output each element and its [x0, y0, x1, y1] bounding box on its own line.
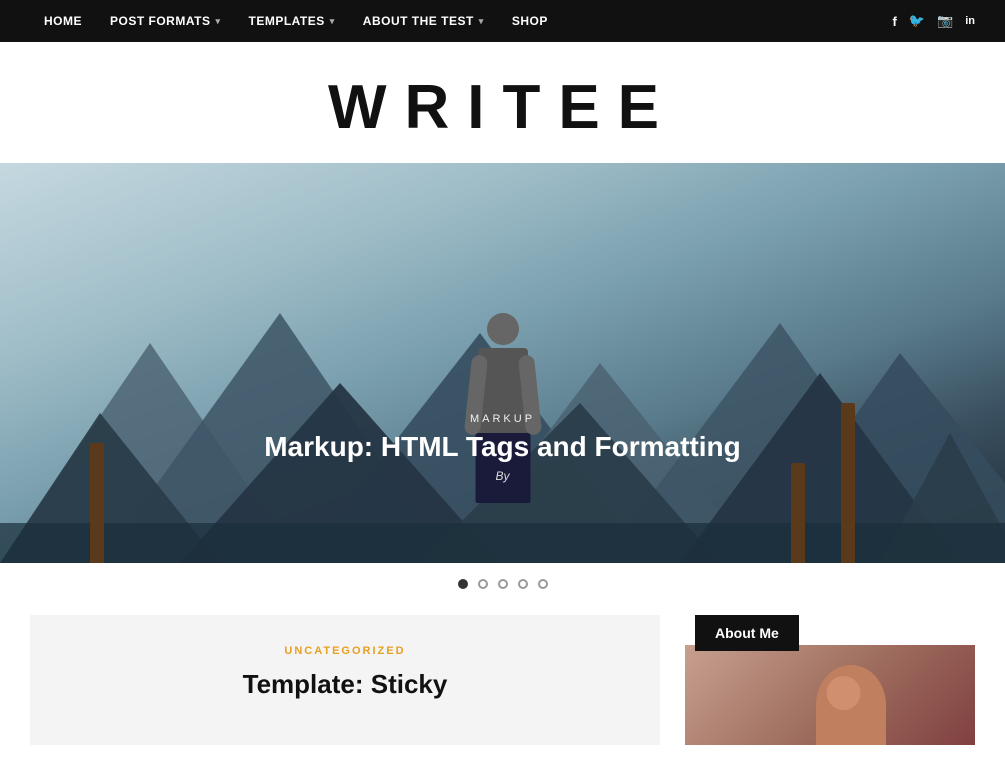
card-title[interactable]: Template: Sticky — [70, 669, 620, 700]
post-right2 — [791, 463, 805, 563]
nav-item-templates[interactable]: TEMPLATES ▾ — [234, 0, 348, 42]
twitter-icon[interactable]: 🐦 — [909, 13, 925, 29]
site-title[interactable]: WRITEE — [0, 72, 1005, 143]
slider-dot-4[interactable] — [518, 579, 528, 589]
facebook-icon[interactable]: f — [893, 14, 897, 29]
slider-dot-2[interactable] — [478, 579, 488, 589]
about-me-button[interactable]: About Me — [695, 615, 799, 651]
about-me-widget: About Me ⌐ ¬ — [685, 615, 975, 745]
chevron-down-icon: ▾ — [330, 16, 335, 27]
main-content: UNCATEGORIZED Template: Sticky About Me … — [0, 605, 1005, 765]
chevron-down-icon: ▾ — [215, 16, 220, 27]
instagram-icon[interactable]: 📷 — [937, 13, 953, 29]
blog-card: UNCATEGORIZED Template: Sticky — [30, 615, 660, 745]
hero-by: By — [264, 469, 741, 483]
post-right — [841, 403, 855, 563]
slider-dots — [0, 563, 1005, 605]
nav-item-home[interactable]: HOME — [30, 0, 96, 42]
nav-links: HOME POST FORMATS ▾ TEMPLATES ▾ ABOUT TH… — [30, 0, 562, 42]
linkedin-icon[interactable]: in — [965, 15, 975, 27]
hero-post-title[interactable]: Markup: HTML Tags and Formatting — [264, 431, 741, 463]
hero-background: MARKUP Markup: HTML Tags and Formatting … — [0, 163, 1005, 563]
nav-item-about-the-test[interactable]: ABOUT THE TEST ▾ — [349, 0, 498, 42]
nav-item-shop[interactable]: SHOP — [498, 0, 562, 42]
slider-dot-5[interactable] — [538, 579, 548, 589]
hero-slider: MARKUP Markup: HTML Tags and Formatting … — [0, 163, 1005, 563]
hero-category: MARKUP — [264, 413, 741, 425]
about-me-image — [685, 645, 975, 745]
main-nav: HOME POST FORMATS ▾ TEMPLATES ▾ ABOUT TH… — [0, 0, 1005, 42]
slider-dot-1[interactable] — [458, 579, 468, 589]
site-header: WRITEE — [0, 42, 1005, 163]
sidebar: About Me ⌐ ¬ — [685, 615, 975, 745]
nav-item-post-formats[interactable]: POST FORMATS ▾ — [96, 0, 234, 42]
chevron-down-icon: ▾ — [479, 16, 484, 27]
slider-dot-3[interactable] — [498, 579, 508, 589]
social-links: f 🐦 📷 in — [893, 13, 976, 29]
card-category[interactable]: UNCATEGORIZED — [70, 645, 620, 657]
hero-text-overlay: MARKUP Markup: HTML Tags and Formatting … — [264, 413, 741, 483]
post-left — [90, 443, 104, 563]
